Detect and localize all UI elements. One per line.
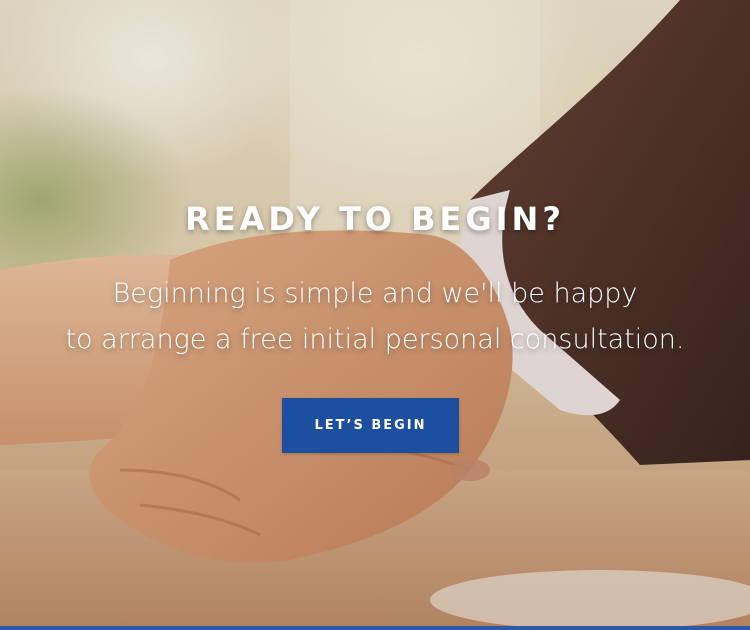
hero-subline-2: to arrange a free initial personal consu… <box>65 324 685 355</box>
hero-headline: READY TO BEGIN? <box>185 200 565 238</box>
bottom-accent-bar <box>0 626 750 630</box>
hero-subline-1: Beginning is simple and we'll be happy <box>112 278 638 309</box>
lets-begin-button[interactable]: LET’S BEGIN <box>282 398 459 453</box>
hero-section: READY TO BEGIN? Beginning is simple and … <box>0 0 750 630</box>
hero-content: READY TO BEGIN? Beginning is simple and … <box>0 0 750 630</box>
